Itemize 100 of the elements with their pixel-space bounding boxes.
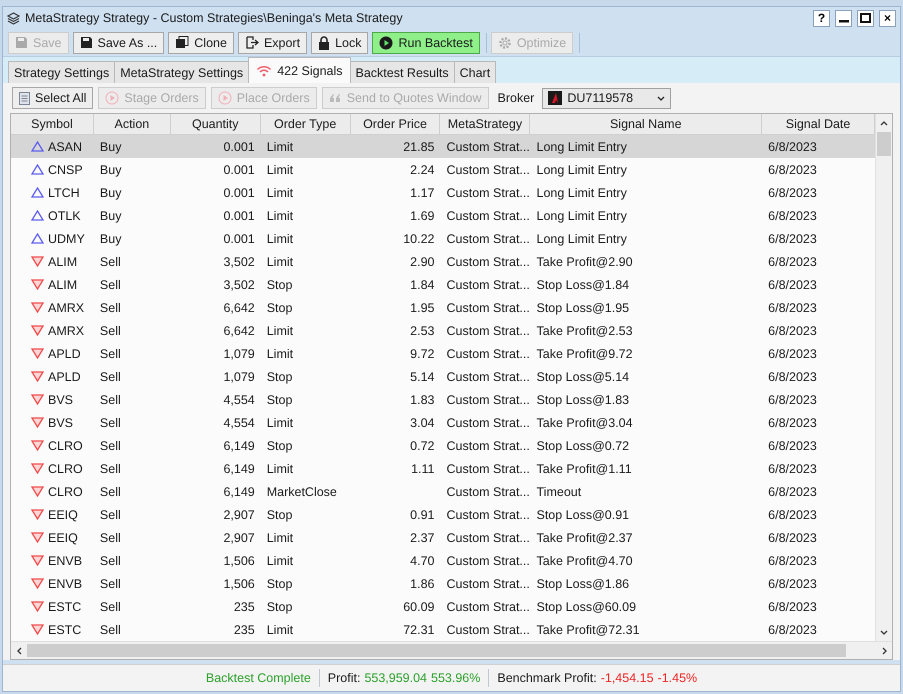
scrollbar-thumb[interactable] <box>877 132 891 156</box>
table-cell: 0.91 <box>410 508 434 522</box>
table-cell: 6/8/2023 <box>768 554 817 568</box>
quote-icon <box>328 93 342 103</box>
table-cell: Long Limit Entry <box>536 140 627 154</box>
table-row[interactable]: AMRX Sell 6,642 Stop 1.95 Custom Strat... Stop Loss@1.95 6/8/2023 <box>11 296 875 319</box>
table-cell: Custom Strat... <box>446 392 530 406</box>
column-header[interactable]: Signal Name <box>530 114 762 134</box>
table-row[interactable]: BVS Sell 4,554 Stop 1.83 Custom Strat... Stop Loss@1.83 6/8/2023 <box>11 388 875 411</box>
table-cell: Take Profit@2.90 <box>536 254 633 268</box>
maximize-button[interactable] <box>857 10 874 26</box>
table-cell: Custom Strat... <box>446 576 530 590</box>
table-cell: Take Profit@2.37 <box>536 530 633 544</box>
tab[interactable]: Strategy Settings <box>8 61 116 83</box>
table-row[interactable]: LTCH Buy 0.001 Limit 1.17 Custom Strat... Long Limit Entry 6/8/2023 <box>11 181 875 204</box>
table-cell: 1.95 <box>410 300 434 314</box>
table-row[interactable]: ESTC Sell 235 Limit 72.31 Custom Strat... Take Profit@72.31 6/8/2023 <box>11 618 875 641</box>
broker-dropdown[interactable]: DU7119578 <box>542 88 672 108</box>
table-cell: Sell <box>100 324 121 338</box>
table-cell: Stop <box>266 576 292 590</box>
table-cell: Limit <box>266 186 294 200</box>
column-header[interactable]: Quantity <box>170 114 261 134</box>
table-cell: Limit <box>266 554 294 568</box>
table-cell: Custom Strat... <box>446 346 530 360</box>
table-row[interactable]: ENVB Sell 1,506 Stop 1.86 Custom Strat... Stop Loss@1.86 6/8/2023 <box>11 572 875 595</box>
table-row[interactable]: APLD Sell 1,079 Limit 9.72 Custom Strat... Take Profit@9.72 6/8/2023 <box>11 342 875 365</box>
column-header[interactable]: Order Type <box>260 114 351 134</box>
table-cell: Take Profit@4.70 <box>536 554 633 568</box>
table-cell: 6/8/2023 <box>768 462 817 476</box>
toolbar-button[interactable]: Select All <box>12 87 94 109</box>
table-cell: Sell <box>100 278 121 292</box>
table-cell: Limit <box>266 140 294 154</box>
table-cell: 1.86 <box>410 576 434 590</box>
table-cell: Custom Strat... <box>446 162 530 176</box>
tab[interactable]: Chart <box>454 61 496 83</box>
table-row[interactable]: UDMY Buy 0.001 Limit 10.22 Custom Strat... Long Limit Entry 6/8/2023 <box>11 227 875 250</box>
table-cell: 6/8/2023 <box>768 254 817 268</box>
toolbar-button[interactable]: Export <box>238 32 308 54</box>
vertical-scrollbar[interactable] <box>875 114 892 641</box>
table-row[interactable]: ASAN Buy 0.001 Limit 21.85 Custom Strat... Long Limit Entry 6/8/2023 <box>11 135 875 158</box>
table-row[interactable]: ENVB Sell 1,506 Limit 4.70 Custom Strat... Take Profit@4.70 6/8/2023 <box>11 549 875 572</box>
close-button[interactable]: × <box>879 10 896 26</box>
table-cell: Buy <box>100 162 122 176</box>
scrollbar-thumb[interactable] <box>27 644 846 657</box>
tab[interactable]: 422 Signals <box>248 57 351 83</box>
table-row[interactable]: BVS Sell 4,554 Limit 3.04 Custom Strat... Take Profit@3.04 6/8/2023 <box>11 411 875 434</box>
column-header[interactable]: Symbol <box>11 114 94 134</box>
metric-value: -1,454.15 <box>600 671 654 685</box>
table-row[interactable]: CNSP Buy 0.001 Limit 2.24 Custom Strat... Long Limit Entry 6/8/2023 <box>11 158 875 181</box>
tab[interactable]: Backtest Results <box>350 61 455 83</box>
table-cell: 6,149 <box>223 438 255 452</box>
table-cell: Sell <box>100 462 121 476</box>
table-cell: Stop <box>266 508 292 522</box>
horizontal-scrollbar[interactable] <box>11 641 892 659</box>
help-button[interactable]: ? <box>813 10 830 26</box>
table-cell: 6/8/2023 <box>768 232 817 246</box>
table-cell: UDMY <box>48 232 85 246</box>
table-row[interactable]: ESTC Sell 235 Stop 60.09 Custom Strat... Stop Loss@60.09 6/8/2023 <box>11 595 875 618</box>
table-cell: 2.37 <box>410 530 434 544</box>
table-cell: Stop <box>266 370 292 384</box>
table-cell: CNSP <box>48 162 83 176</box>
minimize-button[interactable] <box>835 10 852 26</box>
table-row[interactable]: CLRO Sell 6,149 Limit 1.11 Custom Strat... Take Profit@1.11 6/8/2023 <box>11 457 875 480</box>
table-row[interactable]: CLRO Sell 6,149 Stop 0.72 Custom Strat... Stop Loss@0.72 6/8/2023 <box>11 434 875 457</box>
copy-icon <box>175 36 190 49</box>
table-cell: Stop Loss@1.84 <box>536 278 630 292</box>
table-cell: 6/8/2023 <box>768 600 817 614</box>
table-cell: 0.001 <box>223 140 255 154</box>
table-cell: Long Limit Entry <box>536 232 627 246</box>
table-row[interactable]: OTLK Buy 0.001 Limit 1.69 Custom Strat... Long Limit Entry 6/8/2023 <box>11 204 875 227</box>
table-cell: CLRO <box>48 484 83 498</box>
toolbar-button[interactable]: Lock <box>311 32 368 54</box>
table-row[interactable]: EEIQ Sell 2,907 Limit 2.37 Custom Strat... Take Profit@2.37 6/8/2023 <box>11 526 875 549</box>
toolbar-button[interactable]: Run Backtest <box>372 32 480 54</box>
broker-label: Broker <box>498 91 534 105</box>
table-cell: Buy <box>100 186 122 200</box>
column-header[interactable]: MetaStrategy <box>440 114 530 134</box>
column-header[interactable]: Order Price <box>350 114 440 134</box>
toolbar-button[interactable]: Clone <box>168 32 234 54</box>
table-row[interactable]: AMRX Sell 6,642 Limit 2.53 Custom Strat... Take Profit@2.53 6/8/2023 <box>11 319 875 342</box>
table-cell: Stop Loss@1.86 <box>536 576 630 590</box>
play-icon <box>379 36 394 50</box>
table-cell: 6/8/2023 <box>768 300 817 314</box>
table-row[interactable]: ALIM Sell 3,502 Limit 2.90 Custom Strat... Take Profit@2.90 6/8/2023 <box>11 250 875 273</box>
table-row[interactable]: ALIM Sell 3,502 Stop 1.84 Custom Strat... Stop Loss@1.84 6/8/2023 <box>11 273 875 296</box>
table-row[interactable]: EEIQ Sell 2,907 Stop 0.91 Custom Strat... Stop Loss@0.91 6/8/2023 <box>11 503 875 526</box>
lock-icon <box>318 36 330 50</box>
table-cell: Take Profit@1.11 <box>536 462 632 476</box>
tab[interactable]: MetaStrategy Settings <box>114 61 250 83</box>
table-cell: 1.69 <box>410 208 434 222</box>
table-cell: Stop Loss@0.72 <box>536 438 630 452</box>
table-cell: 6/8/2023 <box>768 438 817 452</box>
table-cell: Limit <box>266 208 294 222</box>
table-cell: Custom Strat... <box>446 140 530 154</box>
table-cell: LTCH <box>48 186 80 200</box>
table-row[interactable]: APLD Sell 1,079 Stop 5.14 Custom Strat... Stop Loss@5.14 6/8/2023 <box>11 365 875 388</box>
toolbar-button[interactable]: Save As ... <box>72 32 164 54</box>
column-header[interactable]: Action <box>94 114 171 134</box>
table-row[interactable]: CLRO Sell 6,149 MarketClose Custom Strat... Timeout 6/8/2023 <box>11 480 875 503</box>
table-cell: Stop <box>266 300 292 314</box>
